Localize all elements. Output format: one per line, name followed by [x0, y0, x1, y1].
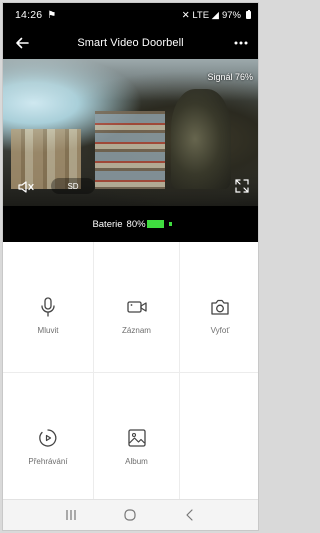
battery-label: Baterie — [92, 218, 123, 230]
speaker-mute-icon[interactable] — [17, 179, 35, 195]
battery-value: 80% — [126, 218, 146, 230]
image-icon — [127, 429, 146, 447]
system-nav-bar — [3, 499, 258, 530]
action-label: Přehrávání — [28, 457, 68, 466]
video-door — [171, 89, 231, 189]
camera-icon — [211, 299, 229, 315]
app-frame: 14:26 ⚑ ✕ LTE ◢ 97% Smart Video Doorbell… — [2, 2, 259, 531]
action-record[interactable]: Záznam — [94, 242, 180, 373]
video-feed[interactable]: Signál 76% SD — [3, 59, 258, 206]
arrow-left-icon[interactable] — [13, 34, 31, 52]
flag-icon: ⚑ — [47, 9, 57, 21]
action-label: Mluvit — [37, 326, 59, 335]
battery-gauge — [146, 220, 172, 228]
status-time: 14:26 — [15, 9, 43, 21]
action-playback[interactable]: Přehrávání — [3, 373, 94, 504]
action-label: Album — [125, 457, 148, 466]
video-camera-icon — [126, 301, 147, 313]
status-indicators: ✕ LTE ◢ 97% — [181, 9, 251, 21]
status-bar: 14:26 ⚑ ✕ LTE ◢ 97% — [3, 3, 258, 27]
action-talk[interactable]: Mluvit — [3, 242, 94, 373]
signal-indicators: ✕ LTE ◢ — [181, 9, 219, 21]
back-chevron-icon[interactable] — [181, 506, 199, 524]
playback-icon — [39, 429, 57, 447]
signal-strength: Signál 76% — [207, 72, 253, 82]
video-shelf — [95, 111, 165, 189]
microphone-icon — [41, 297, 55, 317]
battery-fill — [146, 220, 165, 228]
sd-quality-button[interactable]: SD — [51, 178, 95, 194]
recents-icon[interactable] — [62, 506, 80, 524]
home-icon[interactable] — [121, 506, 139, 524]
more-dots-icon[interactable] — [232, 34, 250, 52]
battery-icon — [246, 9, 251, 19]
battery-status: Baterie 80% — [3, 206, 258, 242]
battery-percent: 97% — [221, 9, 241, 21]
action-snapshot[interactable]: Vyfoť — [180, 242, 258, 373]
fullscreen-icon[interactable] — [235, 179, 249, 193]
action-grid: Mluvit Záznam Vyfoť Přehrávání Album — [3, 242, 258, 504]
action-label: Záznam — [122, 326, 151, 335]
action-album[interactable]: Album — [94, 373, 180, 504]
page-title: Smart Video Doorbell — [77, 37, 184, 49]
action-label: Vyfoť — [210, 326, 230, 335]
battery-cap — [168, 222, 172, 226]
app-header: Smart Video Doorbell — [3, 27, 258, 59]
empty-cell — [180, 373, 258, 504]
